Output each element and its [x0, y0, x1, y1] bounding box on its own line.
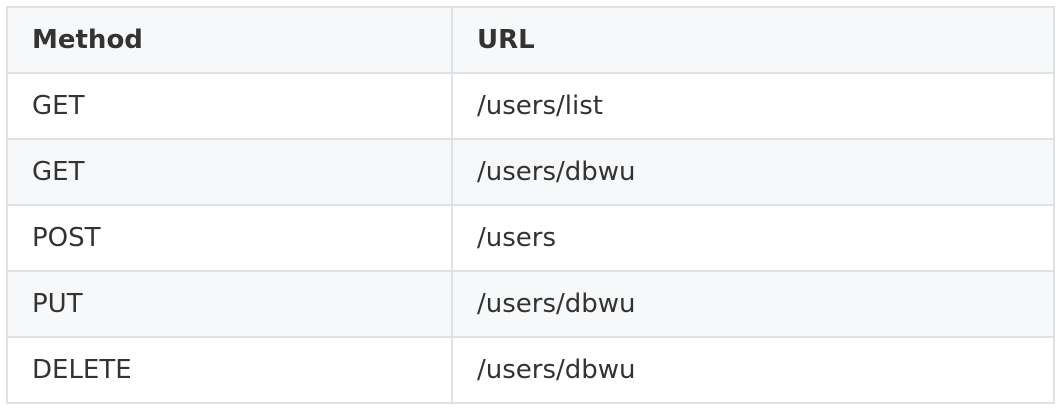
- table-header-row: Method URL: [6, 6, 1055, 74]
- api-endpoints-table: Method URL GET /users/list GET /users/db…: [6, 6, 1055, 404]
- cell-url: /users: [451, 204, 1055, 272]
- table-row: POST /users: [6, 204, 1055, 272]
- cell-method: PUT: [6, 270, 453, 338]
- cell-url: /users/list: [451, 72, 1055, 140]
- api-table-container: Method URL GET /users/list GET /users/db…: [6, 6, 1055, 404]
- cell-method: DELETE: [6, 336, 453, 404]
- cell-method: POST: [6, 204, 453, 272]
- cell-url: /users/dbwu: [451, 270, 1055, 338]
- cell-method: GET: [6, 138, 453, 206]
- cell-method: GET: [6, 72, 453, 140]
- table-row: PUT /users/dbwu: [6, 270, 1055, 338]
- cell-url: /users/dbwu: [451, 138, 1055, 206]
- table-row: DELETE /users/dbwu: [6, 336, 1055, 404]
- table-row: GET /users/dbwu: [6, 138, 1055, 206]
- header-url: URL: [451, 6, 1055, 74]
- header-method: Method: [6, 6, 453, 74]
- cell-url: /users/dbwu: [451, 336, 1055, 404]
- table-row: GET /users/list: [6, 72, 1055, 140]
